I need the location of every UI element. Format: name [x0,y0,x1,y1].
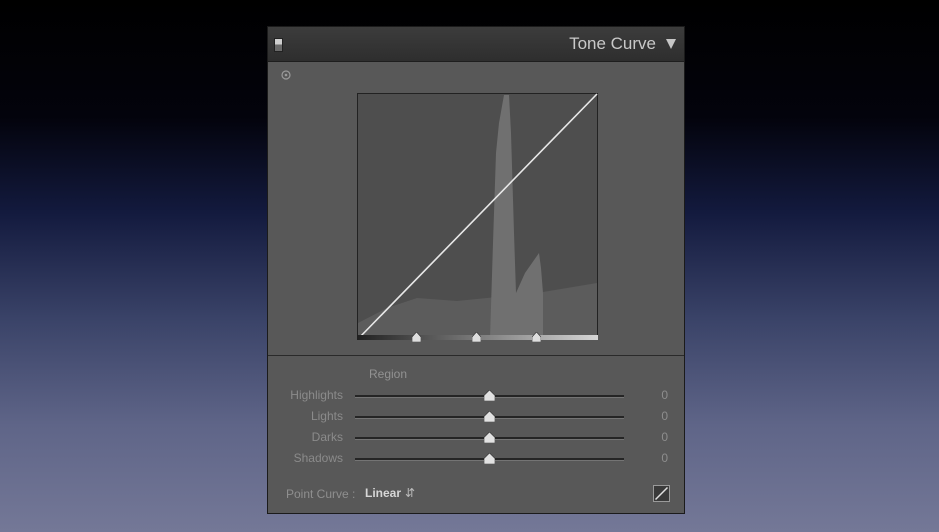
panel-title: Tone Curve [569,34,656,53]
slider-thumb[interactable] [484,432,495,443]
point-curve-select[interactable]: Linear ⇵ [365,486,415,500]
slider-label: Shadows [293,451,343,465]
slider-value[interactable]: 0 [661,430,668,444]
slider-row-darks: Darks 0 [268,429,684,447]
slider-thumb[interactable] [484,411,495,422]
tone-curve-panel: Tone Curve Region Highlights 0 Lights 0 … [267,26,685,514]
slider-label: Highlights [290,388,343,402]
slider-label: Lights [310,409,343,423]
slider-value[interactable]: 0 [661,388,668,402]
slider-thumb[interactable] [484,390,495,401]
tone-curve-graph[interactable] [357,93,598,340]
slider-label: Darks [311,430,343,444]
slider-row-highlights: Highlights 0 [268,387,684,405]
slider-row-lights: Lights 0 [268,408,684,426]
triangle-down-icon[interactable] [666,39,676,49]
panel-header[interactable]: Tone Curve [268,27,684,62]
point-curve-value: Linear [365,486,402,500]
point-curve-label: Point Curve : [286,487,356,501]
split-point-highlights-thumb[interactable] [532,332,541,342]
split-point-shadows-thumb[interactable] [412,332,421,342]
split-point-midtones-thumb[interactable] [472,332,481,342]
panel-switch-icon[interactable] [274,38,283,52]
slider-row-shadows: Shadows 0 [268,450,684,468]
slider-value[interactable]: 0 [661,409,668,423]
point-curve-edit-icon[interactable] [653,485,670,502]
slider-thumb[interactable] [484,453,495,464]
slider-value[interactable]: 0 [661,451,668,465]
section-divider [268,355,684,356]
target-adjust-icon[interactable] [281,70,291,80]
region-label: Region [369,367,408,381]
updown-arrows-icon: ⇵ [405,486,416,500]
